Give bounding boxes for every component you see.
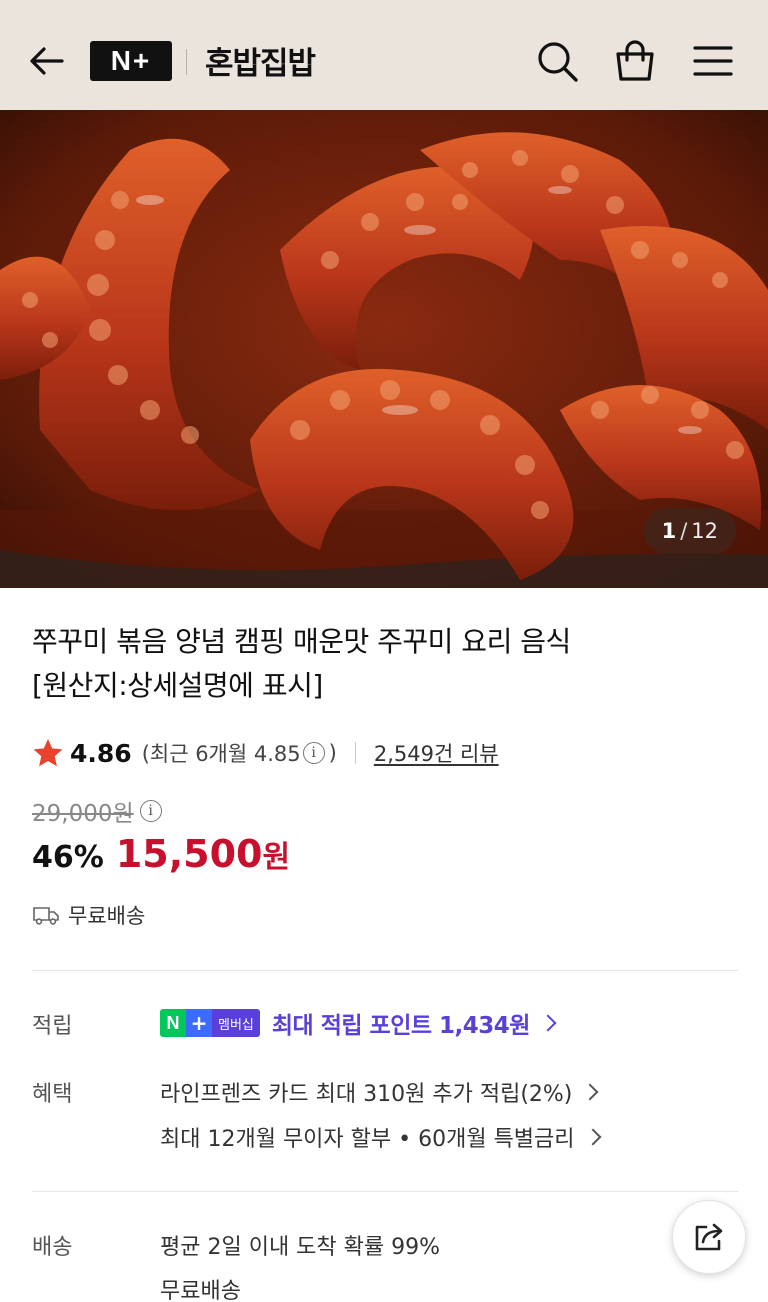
gallery-current: 1 bbox=[661, 519, 677, 543]
badge-text: 멤버십 bbox=[212, 1009, 260, 1037]
naver-plus-logo[interactable]: N+ bbox=[90, 41, 172, 81]
chevron-right-icon bbox=[584, 1128, 602, 1146]
share-button[interactable] bbox=[672, 1200, 746, 1274]
logo-text: N+ bbox=[110, 45, 152, 76]
header-divider bbox=[186, 49, 187, 75]
nplus-membership-badge: N + 멤버십 bbox=[160, 1009, 260, 1037]
benefit-card-text: 라인프렌즈 카드 최대 310원 추가 적립(2%) bbox=[160, 1082, 573, 1107]
gallery-total: 12 bbox=[691, 519, 718, 543]
recent-rating-text: (최근 6개월 4.85 bbox=[141, 742, 301, 766]
store-name[interactable]: 혼밥집밥 bbox=[205, 38, 316, 83]
shopping-bag-icon[interactable] bbox=[612, 38, 658, 84]
search-icon[interactable] bbox=[534, 38, 580, 84]
product-title-line2: [원산지:상세설명에 표시] bbox=[32, 669, 323, 702]
rating-row: 4.86 (최근 6개월 4.85 i ) 2,549건 리뷰 bbox=[32, 734, 499, 772]
badge-plus: + bbox=[186, 1009, 212, 1037]
benefit-installment-text: 최대 12개월 무이자 할부 • 60개월 특별금리 bbox=[160, 1127, 575, 1152]
delivery-label: 배송 bbox=[32, 1235, 73, 1260]
rating-divider bbox=[354, 742, 356, 764]
shipping-summary-row: 무료배송 bbox=[32, 900, 145, 930]
divider bbox=[32, 1191, 738, 1192]
truck-icon bbox=[33, 907, 59, 925]
badge-n: N bbox=[160, 1009, 186, 1037]
share-icon bbox=[695, 1223, 723, 1251]
rating-value: 4.86 bbox=[70, 738, 132, 768]
sale-price-unit: 원 bbox=[262, 840, 291, 875]
benefit-installment-link[interactable]: 최대 12개월 무이자 할부 • 60개월 특별금리 bbox=[160, 1121, 602, 1153]
top-header: N+ 혼밥집밥 bbox=[0, 0, 768, 110]
discount-rate: 46% bbox=[32, 840, 104, 875]
menu-icon[interactable] bbox=[690, 38, 736, 84]
recent-rating: (최근 6개월 4.85 i ) bbox=[142, 738, 337, 768]
benefits-label: 혜택 bbox=[32, 1082, 73, 1107]
product-image-gallery[interactable]: 1 / 12 bbox=[0, 110, 768, 588]
product-title: 쭈꾸미 볶음 양념 캠핑 매운맛 주꾸미 요리 음식 [원산지:상세설명에 표시… bbox=[32, 620, 732, 708]
review-count-link[interactable]: 2,549건 리뷰 bbox=[374, 738, 499, 768]
max-points-text: 최대 적립 포인트 1,434원 bbox=[271, 1013, 531, 1039]
benefit-card-link[interactable]: 라인프렌즈 카드 최대 310원 추가 적립(2%) bbox=[160, 1076, 599, 1108]
original-price: 29,000원 bbox=[32, 801, 134, 827]
shipping-summary: 무료배송 bbox=[68, 904, 146, 928]
gallery-counter: 1 / 12 bbox=[643, 508, 736, 554]
info-icon[interactable]: i bbox=[302, 742, 325, 764]
sale-price-row: 46% 15,500 원 bbox=[32, 832, 290, 876]
divider bbox=[32, 970, 738, 971]
delivery-fee: 무료배송 bbox=[160, 1279, 241, 1302]
delivery-probability: 평균 2일 이내 도착 확률 99% bbox=[160, 1235, 441, 1260]
chevron-right-icon bbox=[539, 1014, 557, 1032]
product-title-line1: 쭈꾸미 볶음 양념 캠핑 매운맛 주꾸미 요리 음식 bbox=[32, 625, 571, 658]
sale-price: 15,500 bbox=[115, 832, 263, 876]
points-label: 적립 bbox=[32, 1014, 73, 1039]
back-arrow-icon[interactable] bbox=[26, 40, 68, 82]
recent-rating-close: ) bbox=[328, 741, 337, 765]
gallery-separator: / bbox=[680, 519, 688, 543]
price-info-icon[interactable]: i bbox=[139, 800, 162, 822]
points-link[interactable]: N + 멤버십 최대 적립 포인트 1,434원 bbox=[160, 1006, 557, 1040]
original-price-row: 29,000원 i bbox=[32, 794, 166, 828]
chevron-right-icon bbox=[581, 1083, 599, 1101]
star-icon bbox=[33, 739, 63, 767]
